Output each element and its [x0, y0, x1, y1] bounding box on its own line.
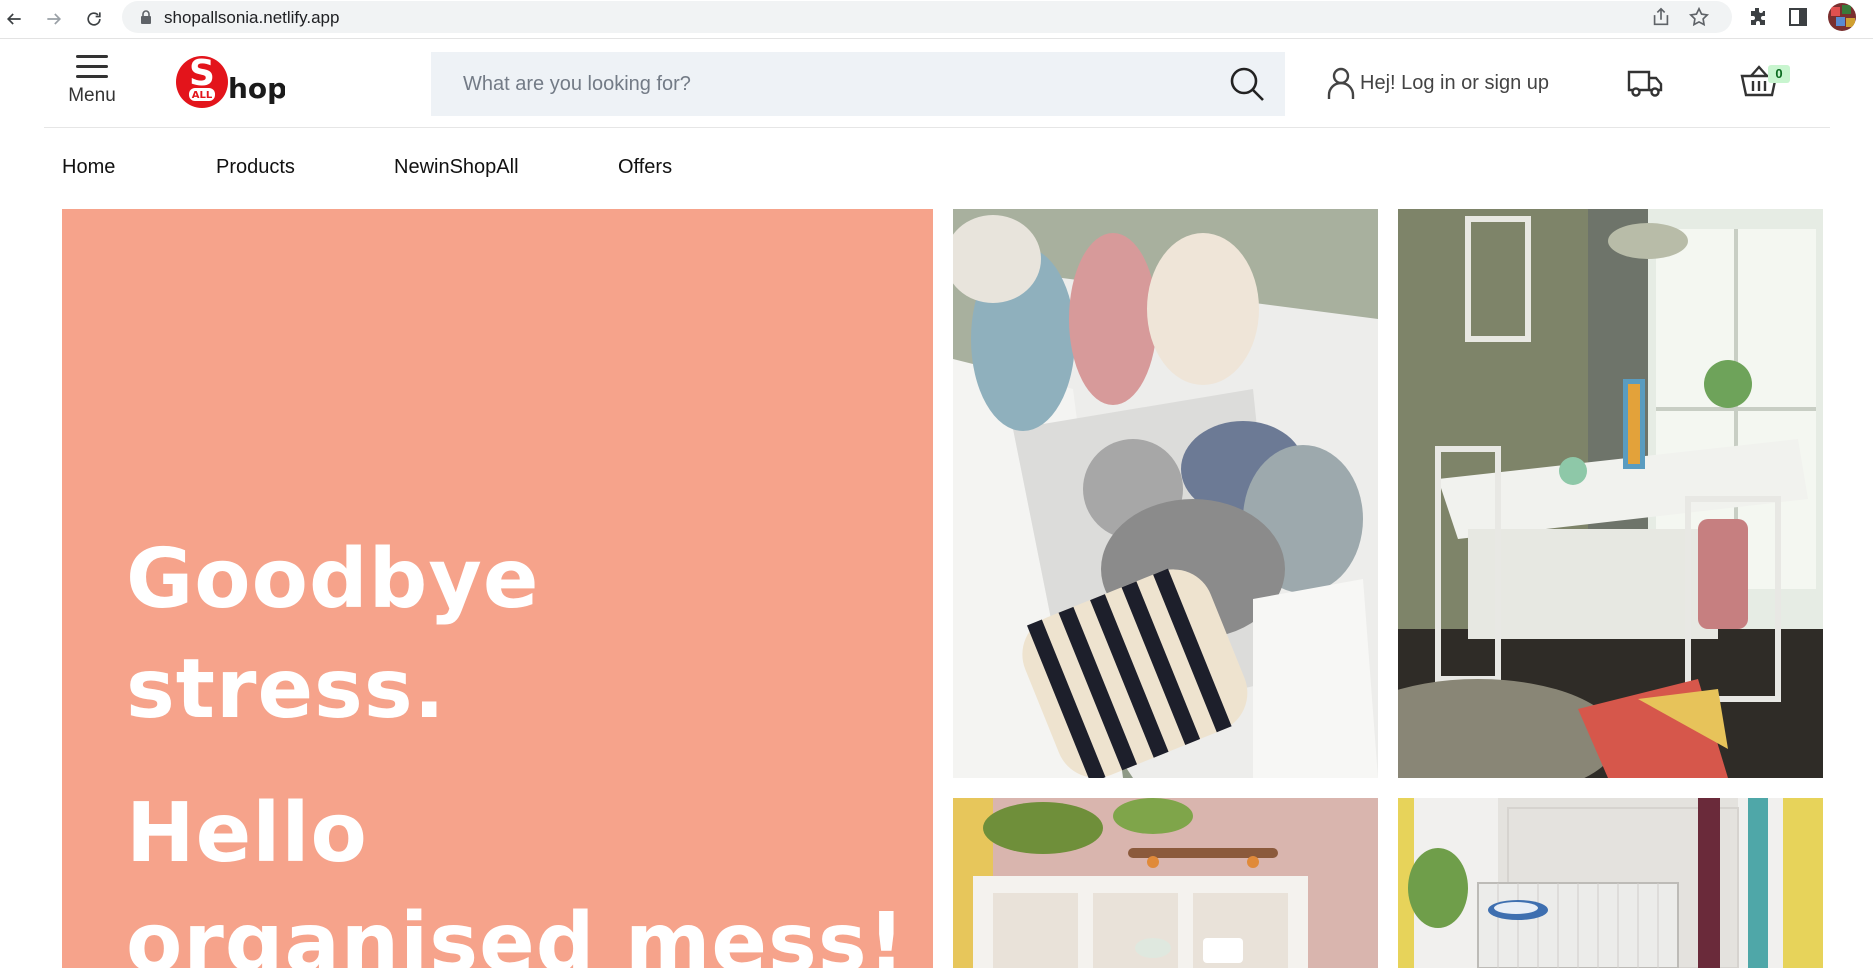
- cart-count-badge: 0: [1768, 65, 1790, 83]
- hero-heading-line2: stress.: [126, 642, 446, 737]
- svg-text:ALL: ALL: [192, 90, 213, 101]
- nav-offers[interactable]: Offers: [618, 156, 672, 179]
- login-link[interactable]: Hej! Log in or sign up: [1326, 63, 1549, 103]
- hero-heading-line1: Goodbye: [126, 532, 540, 627]
- delivery-truck-icon[interactable]: [1627, 66, 1663, 98]
- search-input[interactable]: [431, 52, 1243, 116]
- nav-products[interactable]: Products: [216, 156, 295, 179]
- extensions-puzzle-icon[interactable]: [1746, 5, 1770, 29]
- profile-avatar[interactable]: [1828, 3, 1856, 31]
- lock-icon: [141, 10, 151, 24]
- user-icon: [1327, 67, 1355, 99]
- back-arrow-icon[interactable]: [0, 5, 28, 33]
- forward-arrow-icon[interactable]: [40, 5, 68, 33]
- nav-new-in-shopall[interactable]: NewinShopAll: [394, 156, 519, 179]
- address-bar[interactable]: shopallsonia.netlify.app: [122, 1, 1732, 33]
- bookmark-star-icon[interactable]: [1688, 6, 1710, 28]
- search-icon[interactable]: [1227, 64, 1267, 104]
- svg-text:hop: hop: [228, 72, 285, 105]
- login-text: Hej! Log in or sign up: [1360, 71, 1550, 94]
- shopall-logo[interactable]: S ALL hop: [175, 54, 285, 110]
- search-bar: [431, 52, 1285, 116]
- nav-home[interactable]: Home: [62, 156, 115, 179]
- menu-button[interactable]: Menu: [62, 55, 122, 115]
- mesh-storage-basket-image[interactable]: [1398, 798, 1823, 968]
- hero-banner[interactable]: Goodbye stress. Hello organised mess!: [62, 209, 933, 968]
- hamburger-icon: [76, 55, 108, 79]
- url-text[interactable]: shopallsonia.netlify.app: [164, 8, 339, 28]
- reload-icon[interactable]: [80, 5, 108, 33]
- storage-box-socks-image[interactable]: [953, 209, 1378, 778]
- share-icon[interactable]: [1650, 6, 1672, 28]
- folding-dining-table-image[interactable]: [1398, 209, 1823, 778]
- side-panel-icon[interactable]: [1786, 5, 1810, 29]
- shelving-unit-image[interactable]: [953, 798, 1378, 968]
- site-header: Menu S ALL hop Hej! Log in or sign up 0: [44, 39, 1830, 128]
- menu-label: Menu: [68, 85, 116, 106]
- browser-toolbar: shopallsonia.netlify.app: [0, 0, 1873, 39]
- hero-heading-line3: Hello: [126, 786, 368, 881]
- hero-heading-line4: organised mess!: [126, 896, 907, 968]
